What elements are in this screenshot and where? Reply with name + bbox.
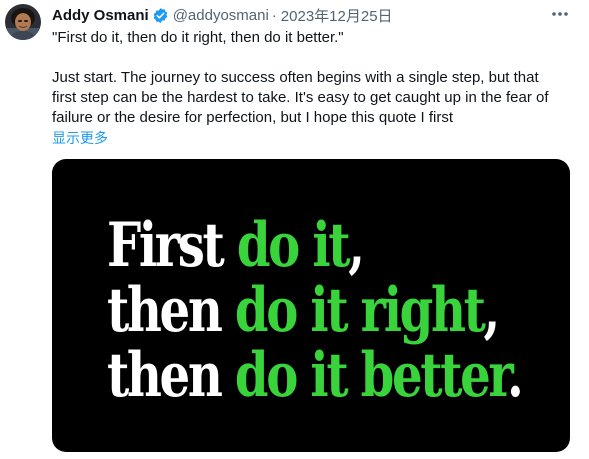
tweet-header: Addy Osmani @addyosmani · 2023年12月25日 <box>52 5 393 25</box>
tweet-quote-line: "First do it, then do it right, then do … <box>52 29 344 46</box>
quote-line-1-white: First <box>107 210 237 281</box>
tweet-body-line-2: first step can be the hardest to take. I… <box>52 89 549 106</box>
tweet: Addy Osmani @addyosmani · 2023年12月25日 "F… <box>0 0 589 459</box>
quote-line-3-end: . <box>506 340 524 411</box>
show-more-link[interactable]: 显示更多 <box>52 130 108 146</box>
quote-line-2: then do it right, <box>107 280 500 341</box>
tweet-body-line-3: failure or the desire for perfection, bu… <box>52 109 454 126</box>
tweet-media-image[interactable]: First do it, then do it right, then do i… <box>52 159 570 452</box>
quote-line-2-green: do it right <box>234 275 486 346</box>
tweet-text: "First do it, then do it right, then do … <box>52 28 572 149</box>
verified-badge-icon <box>152 7 169 24</box>
author-name[interactable]: Addy Osmani <box>52 7 149 24</box>
avatar-image <box>5 4 41 40</box>
quote-line-1-green: do it <box>236 210 351 281</box>
tweet-body-line-1: Just start. The journey to success often… <box>52 69 539 86</box>
quote-line-2-white: then <box>107 275 235 346</box>
avatar[interactable] <box>5 4 41 40</box>
quote-line-2-end: , <box>483 275 501 346</box>
tweet-date[interactable]: 2023年12月25日 <box>281 5 393 26</box>
separator-dot: · <box>271 6 277 24</box>
quote-line-1-end: , <box>348 210 365 281</box>
more-options-icon[interactable] <box>549 4 571 24</box>
quote-line-3-green: do it better <box>234 340 509 411</box>
author-handle[interactable]: @addyosmani <box>173 7 269 24</box>
quote-line-3-white: then <box>107 340 235 411</box>
quote-line-3: then do it better. <box>107 345 524 406</box>
quote-line-1: First do it, <box>107 215 365 276</box>
